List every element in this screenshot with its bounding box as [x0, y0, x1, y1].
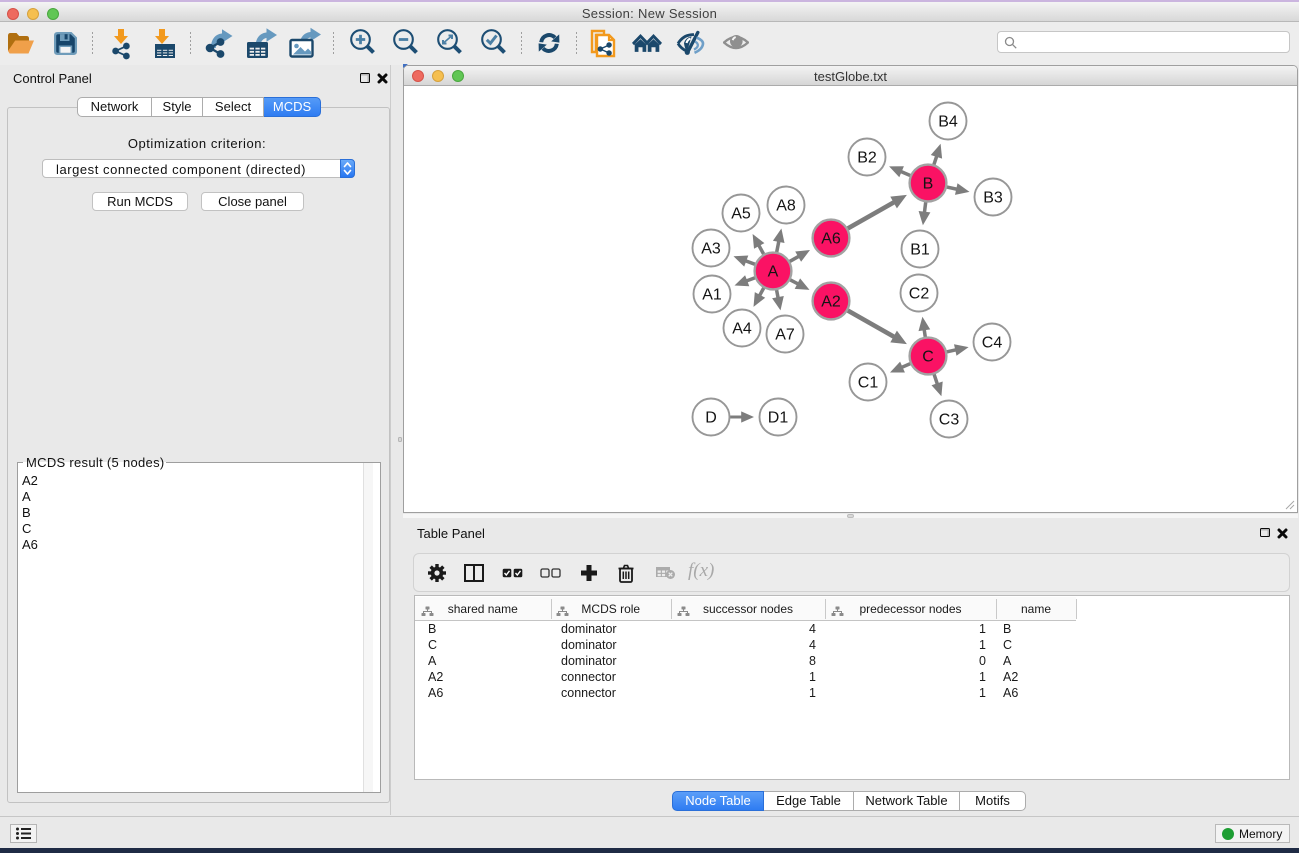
svg-text:C4: C4: [982, 335, 1003, 352]
svg-text:D1: D1: [768, 410, 789, 427]
svg-text:A7: A7: [775, 327, 795, 344]
svg-text:A1: A1: [702, 287, 722, 304]
svg-text:B: B: [923, 176, 934, 193]
svg-text:D: D: [705, 410, 717, 427]
svg-text:A4: A4: [732, 321, 752, 338]
svg-text:A3: A3: [701, 241, 721, 258]
svg-text:A6: A6: [821, 231, 841, 248]
svg-text:C3: C3: [939, 412, 960, 429]
svg-text:A8: A8: [776, 198, 796, 215]
svg-text:A: A: [768, 264, 779, 281]
svg-text:B1: B1: [910, 242, 930, 259]
svg-text:C: C: [922, 349, 934, 366]
svg-text:B3: B3: [983, 190, 1003, 207]
svg-text:B2: B2: [857, 150, 877, 167]
svg-text:A5: A5: [731, 206, 751, 223]
svg-text:C2: C2: [909, 286, 930, 303]
svg-text:B4: B4: [938, 114, 958, 131]
svg-text:C1: C1: [858, 375, 879, 392]
svg-text:A2: A2: [821, 294, 841, 311]
